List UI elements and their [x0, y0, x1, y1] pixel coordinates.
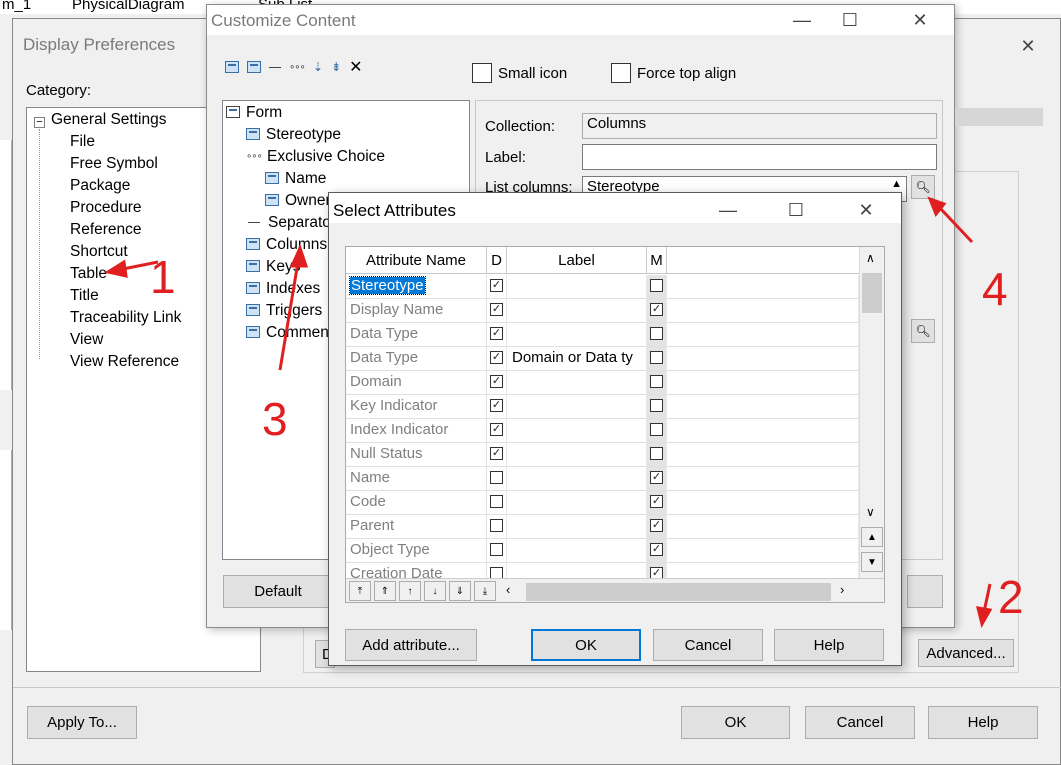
- arrow-3: [278, 261, 300, 371]
- arrow-4: [938, 206, 974, 244]
- arrow-3-head: [289, 243, 309, 268]
- arrow-2-head: [975, 606, 993, 628]
- annotation-1: 1: [150, 251, 176, 303]
- annotation-overlay: [104, 196, 993, 628]
- arrow-1-head: [104, 259, 128, 278]
- annotation-4: 4: [982, 263, 1008, 315]
- annotation-2: 2: [998, 571, 1024, 623]
- annotation-3: 3: [262, 393, 288, 445]
